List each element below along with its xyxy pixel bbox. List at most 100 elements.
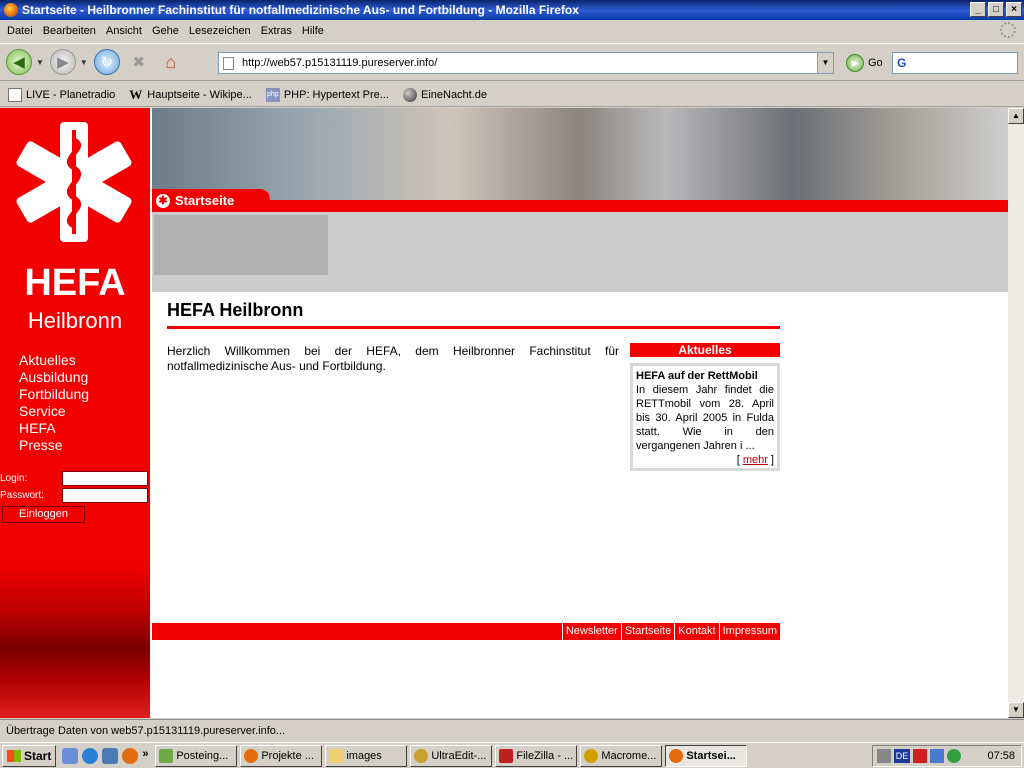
footer-impressum-link[interactable]: Impressum xyxy=(718,623,780,640)
search-box[interactable]: G xyxy=(892,52,1018,74)
bookmarks-toolbar: LIVE - Planetradio W Hauptseite - Wikipe.… xyxy=(0,83,1024,107)
nav-service[interactable]: Service xyxy=(19,403,89,420)
home-button[interactable]: ⌂ xyxy=(157,49,184,75)
nav-aktuelles[interactable]: Aktuelles xyxy=(19,352,89,369)
tab-label: Startseite xyxy=(175,193,235,208)
antivirus-icon[interactable] xyxy=(913,749,927,763)
page-viewport: HEFA Heilbronn Aktuelles Ausbildung Fort… xyxy=(0,108,1008,718)
menu-bar: Datei Bearbeiten Ansicht Gehe Lesezeiche… xyxy=(0,20,1024,42)
quicklaunch-more-icon[interactable]: » xyxy=(142,748,152,764)
nav-ausbildung[interactable]: Ausbildung xyxy=(19,369,89,386)
bookmark-item[interactable]: EineNacht.de xyxy=(402,87,487,102)
brand-city: Heilbronn xyxy=(27,308,123,333)
throbber-icon xyxy=(1000,22,1016,38)
ultraedit-icon xyxy=(414,748,429,763)
start-button[interactable]: Start xyxy=(2,744,57,767)
network-icon[interactable] xyxy=(930,749,944,763)
window-controls: _ □ × xyxy=(970,2,1022,17)
menu-lesezeichen[interactable]: Lesezeichen xyxy=(184,25,256,37)
taskbar-button[interactable]: FileZilla - ... xyxy=(495,744,578,767)
scroll-down-button[interactable]: ▼ xyxy=(1008,702,1024,718)
nav-presse[interactable]: Presse xyxy=(19,437,89,454)
wikipedia-icon: W xyxy=(129,86,143,102)
news-text: In diesem Jahr findet die RETTmobil vom … xyxy=(636,384,774,452)
internet-explorer-icon[interactable] xyxy=(82,747,99,764)
menu-gehe[interactable]: Gehe xyxy=(147,25,184,37)
login-input[interactable] xyxy=(62,471,148,486)
firefox-icon xyxy=(244,748,259,763)
menu-bearbeiten[interactable]: Bearbeiten xyxy=(38,25,101,37)
minimize-button[interactable]: _ xyxy=(970,2,986,17)
taskbar-button[interactable]: Projekte ... xyxy=(240,744,323,767)
taskbar-button[interactable]: Macrome... xyxy=(580,744,663,767)
url-bar[interactable]: http://web57.p15131119.pureserver.info/ … xyxy=(218,52,834,74)
bookmark-item[interactable]: php PHP: Hypertext Pre... xyxy=(265,87,389,102)
taskbar-button[interactable]: images xyxy=(325,744,408,767)
nav-hefa[interactable]: HEFA xyxy=(19,420,89,437)
window-titlebar: Startseite - Heilbronner Fachinstitut fü… xyxy=(0,0,1024,20)
status-bar: Übertrage Daten von web57.p15131119.pure… xyxy=(0,719,1024,741)
back-history-dropdown[interactable]: ▼ xyxy=(36,58,44,67)
mail-icon xyxy=(159,748,174,763)
forward-button[interactable]: ▶ xyxy=(49,49,76,75)
header-red-bar xyxy=(152,200,1008,212)
go-arrow-icon: ▶ xyxy=(846,54,864,72)
taskbar: Start » Posteing... Projekte ... images … xyxy=(0,742,1024,768)
firefox-icon xyxy=(4,3,18,17)
news-title: HEFA auf der RettMobil xyxy=(636,370,758,382)
taskbar-button-active[interactable]: Startsei... xyxy=(665,744,748,767)
firefox-icon[interactable] xyxy=(122,747,139,764)
bookmark-item[interactable]: LIVE - Planetradio xyxy=(8,87,115,102)
footer-startseite-link[interactable]: Startseite xyxy=(620,623,674,640)
sidebar-photo xyxy=(0,563,150,718)
nav-fortbildung[interactable]: Fortbildung xyxy=(19,386,89,403)
menu-extras[interactable]: Extras xyxy=(256,25,297,37)
news-more-link[interactable]: mehr xyxy=(743,454,768,466)
header-photo xyxy=(152,108,1008,200)
back-button[interactable]: ◀ xyxy=(6,49,32,75)
system-tray: DE 07:58 xyxy=(872,745,1022,767)
language-indicator[interactable]: DE xyxy=(894,749,910,763)
news-item: HEFA auf der RettMobil In diesem Jahr fi… xyxy=(630,363,780,471)
close-button[interactable]: × xyxy=(1006,2,1022,17)
moon-icon xyxy=(402,87,417,102)
php-icon: php xyxy=(265,87,280,102)
windows-logo-icon xyxy=(7,749,21,762)
desktop-icon[interactable] xyxy=(62,747,79,764)
sidebar: HEFA Heilbronn Aktuelles Ausbildung Fort… xyxy=(0,108,150,718)
password-label: Passwort: xyxy=(0,490,44,501)
vertical-scrollbar[interactable]: ▲ ▼ xyxy=(1008,108,1024,718)
folder-icon xyxy=(329,748,344,763)
title-underline xyxy=(167,326,780,329)
footer-kontakt-link[interactable]: Kontakt xyxy=(674,623,718,640)
volume-icon[interactable] xyxy=(877,749,891,763)
news-box: Aktuelles HEFA auf der RettMobil In dies… xyxy=(630,343,780,471)
update-icon[interactable] xyxy=(947,749,961,763)
stop-button[interactable]: ✖ xyxy=(125,49,152,75)
forward-history-dropdown[interactable]: ▼ xyxy=(80,58,88,67)
welcome-text: Herzlich Willkommen bei der HEFA, dem He… xyxy=(167,344,619,373)
url-dropdown-arrow[interactable]: ▼ xyxy=(817,53,833,73)
menu-datei[interactable]: Datei xyxy=(2,25,38,37)
news-more: [ mehr ] xyxy=(736,454,774,466)
star-of-life-logo xyxy=(16,122,132,242)
taskbar-button[interactable]: Posteing... xyxy=(155,744,238,767)
password-input[interactable] xyxy=(62,488,148,503)
outlook-icon[interactable] xyxy=(102,747,119,764)
scroll-up-button[interactable]: ▲ xyxy=(1008,108,1024,124)
footer-newsletter-link[interactable]: Newsletter xyxy=(561,623,621,640)
macromedia-icon xyxy=(584,748,599,763)
bookmark-item[interactable]: W Hauptseite - Wikipe... xyxy=(129,86,252,102)
reload-button[interactable]: ↻ xyxy=(93,49,120,75)
taskbar-button[interactable]: UltraEdit-... xyxy=(410,744,493,767)
login-form: Login: Passwort: xyxy=(0,470,150,504)
news-header: Aktuelles xyxy=(630,343,780,357)
maximize-button[interactable]: □ xyxy=(988,2,1004,17)
sidebar-nav: Aktuelles Ausbildung Fortbildung Service… xyxy=(19,352,89,454)
menu-hilfe[interactable]: Hilfe xyxy=(297,25,329,37)
go-button[interactable]: ▶ Go xyxy=(846,54,883,72)
quick-launch: » xyxy=(62,747,152,764)
login-button[interactable]: Einloggen xyxy=(2,506,85,523)
menu-ansicht[interactable]: Ansicht xyxy=(101,25,147,37)
url-text[interactable]: http://web57.p15131119.pureserver.info/ xyxy=(242,57,437,69)
